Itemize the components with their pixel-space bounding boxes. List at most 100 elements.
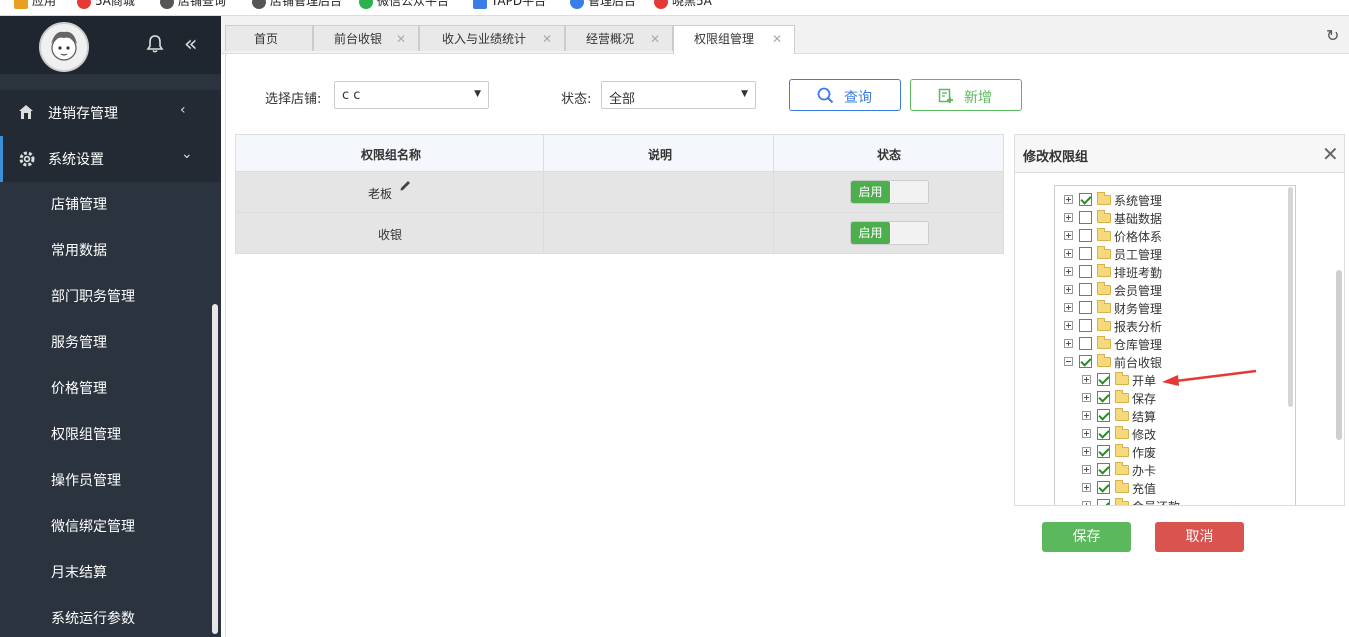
tree-node[interactable]: 结算 xyxy=(1082,407,1264,425)
tree-node[interactable]: 充值 xyxy=(1082,479,1264,497)
bookmark-store-admin[interactable]: 店铺管理后台 xyxy=(252,0,342,9)
refresh-icon[interactable]: ↻ xyxy=(1326,26,1339,45)
bookmark-apps[interactable]: 应用 xyxy=(14,0,56,9)
close-icon[interactable]: ✕ xyxy=(1322,142,1339,166)
tree-node-checkbox[interactable] xyxy=(1097,499,1110,505)
sidebar-item-wechat-binding[interactable]: 微信绑定管理 xyxy=(0,503,210,549)
close-icon[interactable]: ✕ xyxy=(650,27,660,51)
tab-front-cashier[interactable]: 前台收银 ✕ xyxy=(313,25,419,51)
tab-home[interactable]: 首页 xyxy=(225,25,313,51)
tree-node[interactable]: 作废 xyxy=(1082,443,1264,461)
expand-node-icon[interactable] xyxy=(1064,195,1073,204)
bookmark-store-query[interactable]: 店铺查询 xyxy=(160,0,226,9)
expand-node-icon[interactable] xyxy=(1082,483,1091,492)
bookmark-tapd[interactable]: TAPD平台 xyxy=(473,0,546,9)
expand-node-icon[interactable] xyxy=(1064,267,1073,276)
expand-node-icon[interactable] xyxy=(1064,231,1073,240)
tree-node[interactable]: 价格体系 xyxy=(1064,227,1264,245)
sidebar-scrollbar[interactable] xyxy=(212,304,218,634)
expand-node-icon[interactable] xyxy=(1082,501,1091,505)
tree-node-checkbox[interactable] xyxy=(1079,283,1092,296)
sidebar-item-system-params[interactable]: 系统运行参数 xyxy=(0,595,210,637)
add-button[interactable]: 新增 xyxy=(910,79,1022,111)
tree-node[interactable]: 修改 xyxy=(1082,425,1264,443)
table-row[interactable]: 老板 启用 xyxy=(235,172,1004,213)
sidebar-item-service[interactable]: 服务管理 xyxy=(0,319,210,365)
tab-income-stats[interactable]: 收入与业绩统计 ✕ xyxy=(419,25,565,51)
expand-node-icon[interactable] xyxy=(1082,465,1091,474)
sidebar-item-department[interactable]: 部门职务管理 xyxy=(0,273,210,319)
save-button[interactable]: 保存 xyxy=(1042,522,1131,552)
sidebar-item-month-end[interactable]: 月末结算 xyxy=(0,549,210,595)
expand-node-icon[interactable] xyxy=(1082,375,1091,384)
expand-node-icon[interactable] xyxy=(1064,285,1073,294)
table-row[interactable]: 收银 启用 xyxy=(235,213,1004,254)
tree-scrollbar[interactable] xyxy=(1288,187,1293,407)
tree-node-checkbox[interactable] xyxy=(1079,193,1092,206)
menu-group-inventory[interactable]: 进销存管理 ‹ xyxy=(0,90,221,136)
edit-pencil-icon[interactable] xyxy=(399,179,412,196)
sidebar-item-permission-group[interactable]: 权限组管理 xyxy=(0,411,210,457)
tree-node[interactable]: 系统管理 xyxy=(1064,191,1264,209)
tree-node[interactable]: 会员还款 xyxy=(1082,497,1264,505)
tree-node[interactable]: 员工管理 xyxy=(1064,245,1264,263)
tree-node[interactable]: 会员管理 xyxy=(1064,281,1264,299)
collapse-node-icon[interactable] xyxy=(1064,357,1073,366)
status-select[interactable]: 全部 ▼ xyxy=(601,81,756,109)
expand-node-icon[interactable] xyxy=(1064,303,1073,312)
status-toggle[interactable]: 启用 xyxy=(850,221,929,245)
store-select[interactable]: c c ▼ xyxy=(334,81,489,109)
tree-node-checkbox[interactable] xyxy=(1079,355,1092,368)
tree-node-checkbox[interactable] xyxy=(1079,247,1092,260)
tree-node[interactable]: 办卡 xyxy=(1082,461,1264,479)
expand-node-icon[interactable] xyxy=(1064,249,1073,258)
tree-node-checkbox[interactable] xyxy=(1097,427,1110,440)
bookmark-admin[interactable]: 管理后台 xyxy=(570,0,636,9)
tree-node[interactable]: 保存 xyxy=(1082,389,1264,407)
tree-node-checkbox[interactable] xyxy=(1097,445,1110,458)
tree-node-checkbox[interactable] xyxy=(1079,265,1092,278)
status-toggle[interactable]: 启用 xyxy=(850,180,929,204)
tree-node-checkbox[interactable] xyxy=(1079,319,1092,332)
bookmark-wechat[interactable]: 微信公众平台 xyxy=(359,0,449,9)
tree-node[interactable]: 排班考勤 xyxy=(1064,263,1264,281)
cancel-button[interactable]: 取消 xyxy=(1155,522,1244,552)
avatar[interactable] xyxy=(39,22,89,72)
expand-node-icon[interactable] xyxy=(1064,321,1073,330)
bookmark-5a-mall[interactable]: 5A商城 xyxy=(77,0,135,9)
sidebar-item-price[interactable]: 价格管理 xyxy=(0,365,210,411)
tab-business-overview[interactable]: 经营概况 ✕ xyxy=(565,25,673,51)
bell-icon[interactable] xyxy=(145,34,165,58)
tree-node-checkbox[interactable] xyxy=(1097,409,1110,422)
tree-node[interactable]: 财务管理 xyxy=(1064,299,1264,317)
expand-node-icon[interactable] xyxy=(1082,411,1091,420)
tree-node[interactable]: 基础数据 xyxy=(1064,209,1264,227)
tree-node[interactable]: 报表分析 xyxy=(1064,317,1264,335)
tree-node-checkbox[interactable] xyxy=(1097,463,1110,476)
expand-node-icon[interactable] xyxy=(1082,393,1091,402)
expand-node-icon[interactable] xyxy=(1082,429,1091,438)
tree-node-checkbox[interactable] xyxy=(1097,373,1110,386)
tab-permission-group[interactable]: 权限组管理 ✕ xyxy=(673,25,795,54)
tree-node-checkbox[interactable] xyxy=(1097,391,1110,404)
sidebar-item-operator[interactable]: 操作员管理 xyxy=(0,457,210,503)
close-icon[interactable]: ✕ xyxy=(542,27,552,51)
tree-node-checkbox[interactable] xyxy=(1079,301,1092,314)
tree-node-checkbox[interactable] xyxy=(1079,229,1092,242)
panel-scrollbar[interactable] xyxy=(1336,270,1342,440)
bookmark-xiaohei[interactable]: 晓黑5A xyxy=(654,0,712,9)
tree-node[interactable]: 仓库管理 xyxy=(1064,335,1264,353)
query-button[interactable]: 查询 xyxy=(789,79,901,111)
collapse-sidebar-icon[interactable]: « xyxy=(184,32,197,57)
expand-node-icon[interactable] xyxy=(1064,213,1073,222)
sidebar-item-common-data[interactable]: 常用数据 xyxy=(0,227,210,273)
tree-node-checkbox[interactable] xyxy=(1079,211,1092,224)
close-icon[interactable]: ✕ xyxy=(396,27,406,51)
tree-node-checkbox[interactable] xyxy=(1097,481,1110,494)
sidebar-item-store-management[interactable]: 店铺管理 xyxy=(0,181,210,227)
expand-node-icon[interactable] xyxy=(1082,447,1091,456)
tree-node-checkbox[interactable] xyxy=(1079,337,1092,350)
menu-group-system-settings[interactable]: 系统设置 ⌄ xyxy=(0,136,221,182)
expand-node-icon[interactable] xyxy=(1064,339,1073,348)
close-icon[interactable]: ✕ xyxy=(772,27,782,51)
